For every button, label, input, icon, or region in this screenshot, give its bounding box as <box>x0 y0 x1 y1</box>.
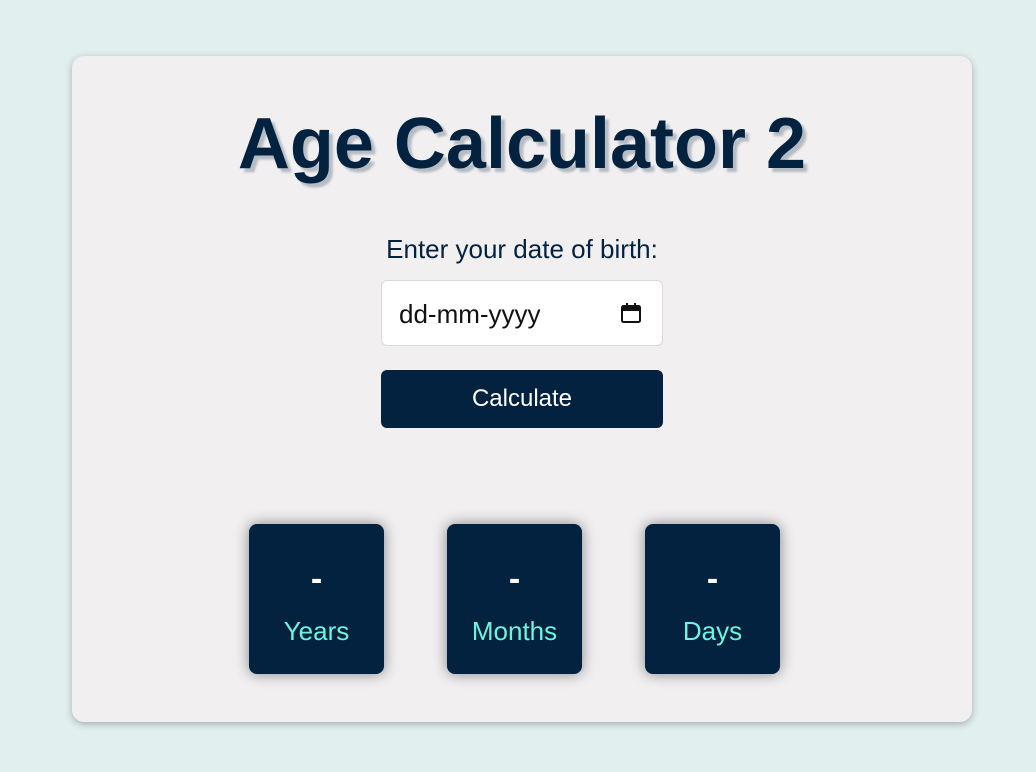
months-value: - <box>508 560 521 598</box>
months-label: Months <box>471 616 558 646</box>
age-calculator-card: Age Calculator 2 Enter your date of birt… <box>72 56 972 722</box>
years-value: - <box>310 560 323 598</box>
days-label: Days <box>682 616 743 646</box>
days-value: - <box>706 560 719 598</box>
years-result-box: - Years <box>249 524 384 674</box>
dob-label: Enter your date of birth: <box>386 234 658 264</box>
date-of-birth-input[interactable]: dd-mm-yyyy <box>381 280 663 346</box>
days-result-box: - Days <box>645 524 780 674</box>
calculate-button[interactable]: Calculate <box>381 370 663 428</box>
page-title: Age Calculator 2 <box>237 104 807 184</box>
calendar-icon[interactable] <box>619 301 643 325</box>
date-placeholder[interactable]: dd-mm-yyyy <box>399 299 541 329</box>
months-result-box: - Months <box>447 524 582 674</box>
years-label: Years <box>283 616 350 646</box>
